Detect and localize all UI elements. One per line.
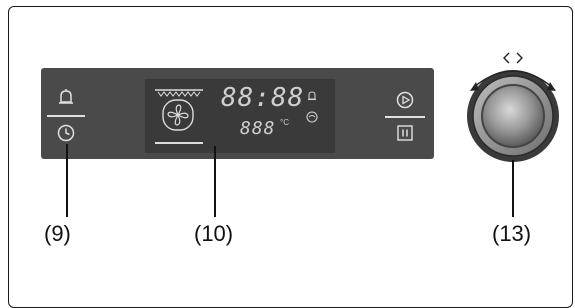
callout-9: (9)	[44, 221, 71, 246]
callout-10: (10)	[194, 221, 234, 246]
control-knob[interactable]	[467, 70, 559, 162]
callout-13: (13)	[492, 221, 532, 246]
diagram-overlay	[66, 52, 559, 217]
